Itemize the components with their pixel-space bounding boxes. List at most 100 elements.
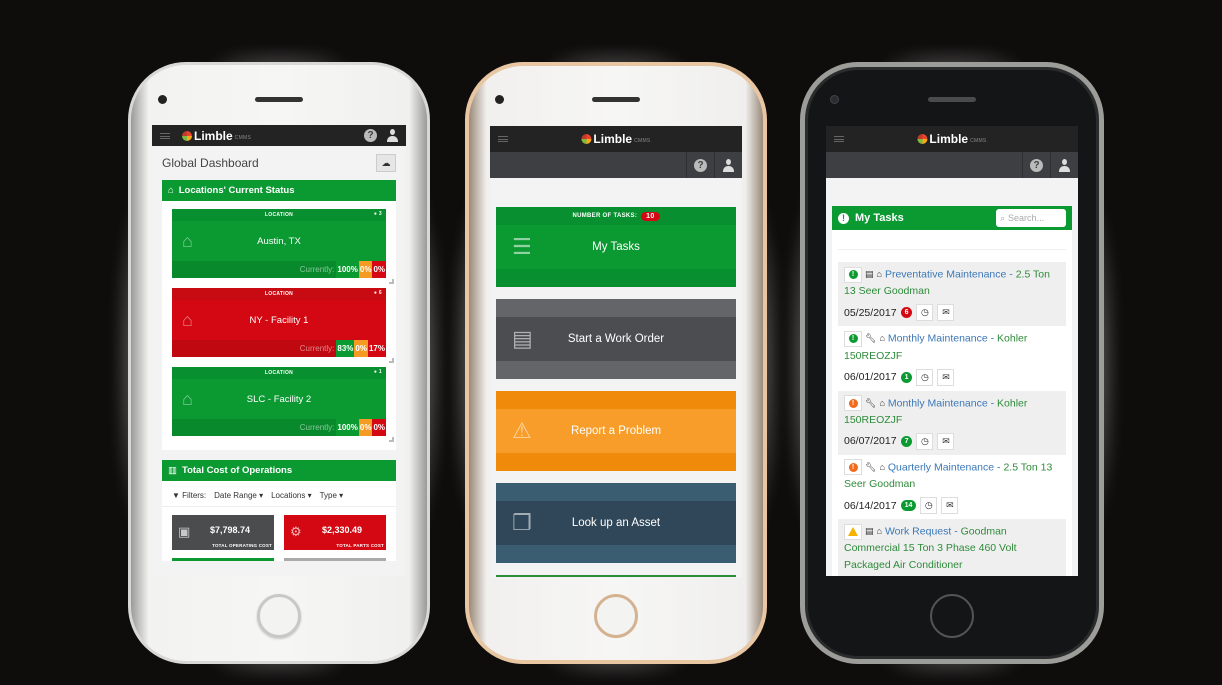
parts-cost-card[interactable]: ⚙ $2,330.49 TOTAL PARTS COST [284, 515, 386, 550]
task-item[interactable]: ! ▤ ⌂ Preventative Maintenance - 2.5 Ton 13… [838, 262, 1066, 327]
task-title-link[interactable]: Quarterly Maintenance [888, 461, 994, 473]
report-problem-tile[interactable]: ⚠ Report a Problem [496, 391, 736, 471]
home-button[interactable] [594, 594, 638, 638]
logo: Limble CMMS [182, 129, 251, 143]
menu-icon[interactable] [160, 132, 170, 139]
message-icon[interactable]: ✉ [937, 432, 955, 450]
front-camera [495, 95, 504, 104]
next-tile-edge [496, 575, 736, 577]
resize-handle[interactable] [389, 358, 394, 363]
warning-icon: ⚠ [512, 418, 532, 443]
top-nav: Limble CMMS [490, 126, 742, 152]
user-button[interactable] [1050, 152, 1078, 178]
home-icon: ⌂ [879, 461, 885, 472]
task-count-badge: 7 [900, 435, 913, 447]
work-order-icon: ▤ [865, 269, 874, 279]
work-order-icon: ▤ [512, 326, 533, 351]
priority-indicator: ! [844, 395, 862, 412]
front-camera [830, 95, 839, 104]
search-input[interactable]: ⌕ Search... [996, 209, 1066, 227]
clock-icon[interactable]: ◷ [920, 497, 938, 515]
task-item[interactable]: ! 🔧︎ ⌂ Quarterly Maintenance - 2.5 Ton 13 S… [838, 455, 1066, 519]
speaker [928, 97, 976, 102]
user-icon[interactable] [387, 129, 398, 142]
message-icon[interactable]: ✉ [937, 304, 955, 322]
home-icon: ⌂ [168, 185, 174, 196]
panel-title: My Tasks [855, 212, 904, 224]
help-icon: ? [1030, 158, 1043, 172]
message-icon[interactable]: ✉ [937, 368, 955, 386]
menu-icon[interactable] [834, 136, 844, 142]
location-card[interactable]: LOCATION ● 3 ⌂ Austin, TX Currently: 100% 0%… [172, 209, 394, 284]
task-item[interactable]: ! 🔧︎ ⌂ Monthly Maintenance - Kohler 150REOZ… [838, 390, 1066, 455]
cubes-icon: ❒ [512, 510, 532, 535]
task-title-link[interactable]: Monthly Maintenance [888, 397, 988, 409]
exclamation-icon: ! [848, 270, 858, 279]
user-button[interactable] [714, 152, 742, 178]
wrench-icon: 🔧︎ [865, 397, 877, 408]
house-icon: ⌂ [182, 388, 193, 409]
filter-type[interactable]: Type ▾ [320, 491, 344, 500]
money-icon: ▣ [178, 524, 191, 539]
lookup-asset-tile[interactable]: ❒ Look up an Asset [496, 483, 736, 563]
task-count-badge: 1 [900, 371, 913, 383]
menu-icon[interactable] [498, 136, 508, 142]
bar-chart-icon: ▥ [168, 465, 177, 476]
resize-handle[interactable] [389, 437, 394, 442]
task-title-link[interactable]: Preventative Maintenance [885, 268, 1006, 280]
logo: Limble CMMS [917, 132, 986, 146]
house-icon: ⌂ [182, 230, 193, 251]
task-date: 06/01/2017 [844, 371, 897, 384]
help-button[interactable]: ? [1022, 152, 1050, 178]
work-order-icon: ▤ [865, 526, 874, 537]
task-item[interactable]: ▤ ⌂ Work Request - Goodman Commercial 15 T… [838, 519, 1066, 576]
priority-indicator [844, 523, 862, 540]
tasks-list-icon: ☰ [512, 234, 532, 259]
filter-date-range[interactable]: Date Range ▾ [214, 491, 263, 500]
exclamation-icon: ! [848, 398, 858, 408]
filter-locations[interactable]: Locations ▾ [271, 491, 312, 500]
tasks-count-badge: 10 [641, 211, 660, 221]
help-icon[interactable]: ? [364, 129, 377, 142]
priority-indicator: ! [844, 330, 862, 347]
phone-white: Limble CMMS ? Global Dashboard ☁ ⌂ Locat… [118, 52, 440, 674]
location-card[interactable]: LOCATION ● 6 ⌂ NY - Facility 1 Currently: 8… [172, 288, 394, 363]
limble-logo-icon [182, 130, 192, 141]
task-title-link[interactable]: Work Request [885, 525, 951, 537]
user-icon [1059, 158, 1070, 172]
help-icon: ? [694, 158, 707, 172]
clock-icon[interactable]: ◷ [916, 368, 934, 386]
home-button[interactable] [930, 594, 974, 638]
task-count-badge: 14 [900, 500, 917, 512]
my-tasks-tile[interactable]: NUMBER OF TASKS: 10 ☰ My Tasks [496, 207, 736, 287]
task-count-badge: 6 [900, 307, 913, 319]
clock-icon[interactable]: ◷ [916, 432, 934, 450]
resize-handle[interactable] [389, 279, 394, 284]
cloud-download-button[interactable]: ☁ [376, 154, 396, 172]
start-work-order-tile[interactable]: ▤ Start a Work Order [496, 299, 736, 379]
task-item[interactable]: ! 🔧︎ ⌂ Monthly Maintenance - Kohler 150REOZ… [838, 326, 1066, 390]
warning-icon [848, 527, 858, 537]
operating-cost-card[interactable]: ▣ $7,798.74 TOTAL OPERATING COST [172, 515, 274, 550]
task-date: 06/14/2017 [844, 499, 897, 512]
message-icon[interactable]: ✉ [941, 497, 959, 515]
location-card[interactable]: LOCATION ● 1 ⌂ SLC - Facility 2 Currently:… [172, 367, 394, 442]
tasks-count-label: NUMBER OF TASKS: [572, 213, 638, 219]
top-nav: Limble CMMS ? [152, 125, 406, 146]
sub-nav: ? [490, 152, 742, 178]
task-title-link[interactable]: Monthly Maintenance [888, 333, 988, 345]
phone-gold: Limble CMMS ? NUMBER OF TASKS: 10 ☰ My Tas… [455, 52, 777, 674]
speaker [255, 97, 303, 102]
phone-black: Limble CMMS ? ! My Tasks ⌕ Search... ! ▤ ⌂… [790, 52, 1114, 674]
locations-status-panel: ⌂ Locations' Current Status LOCATION ● 3 … [162, 180, 396, 450]
filter-icon: ▼ [172, 491, 180, 500]
page-title: Global Dashboard [162, 156, 259, 170]
help-button[interactable]: ? [686, 152, 714, 178]
home-screen: Limble CMMS ? NUMBER OF TASKS: 10 ☰ My Tas… [490, 126, 742, 578]
sub-nav: ? [826, 152, 1078, 178]
task-date: 05/25/2017 [844, 306, 897, 319]
exclamation-icon: ! [848, 334, 858, 344]
home-button[interactable] [257, 594, 301, 638]
clock-icon[interactable]: ◷ [916, 304, 934, 322]
asset-count: ● 6 [373, 290, 382, 296]
